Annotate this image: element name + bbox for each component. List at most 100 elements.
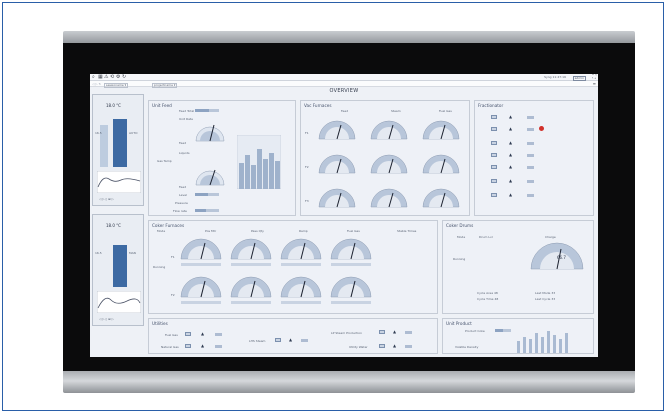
- field-label: Feed: [179, 185, 187, 189]
- row-label: F2: [171, 293, 175, 297]
- session-bar: ◁ ▷ ↻ sessioname ▾ projectname ▾ ≡: [90, 81, 598, 88]
- panel-title: Vac Furnaces: [304, 103, 332, 108]
- image-frame: ⌕ ▦ ⚠ ⟲ ⚙ ↻ Syng 11:47:16 admin ⛶ ◁ ▷ ↻ …: [2, 2, 664, 411]
- panel-title: Unit Product: [446, 321, 472, 326]
- level-column: [113, 245, 127, 287]
- column-header: Drum Lvl: [479, 235, 493, 239]
- utility-label: LP Steam Production: [331, 331, 363, 335]
- drum-gauge: [530, 242, 584, 270]
- temp-readout: 18.0 °C: [106, 223, 121, 228]
- column-header: Pos Mtr: [205, 229, 217, 233]
- flow-bar: [195, 209, 219, 212]
- field-label: Flow rate: [173, 209, 187, 213]
- field-label: Unit Rate: [179, 117, 193, 121]
- alarm-icon[interactable]: [539, 126, 544, 131]
- grid-icon[interactable]: ▦: [98, 75, 103, 80]
- field-label: Gas Temp: [157, 159, 172, 163]
- column-header: Fuel Gas: [347, 229, 360, 233]
- utility-control[interactable]: [275, 338, 281, 342]
- utility-label: LHS Steam: [249, 339, 266, 343]
- level-column: [113, 119, 127, 167]
- coke-bar: [495, 329, 511, 332]
- column-header: Mode: [457, 235, 466, 239]
- column-header: Pass Qty: [251, 229, 264, 233]
- frac-button[interactable]: [491, 153, 497, 157]
- temp-readout: 18.0 °C: [106, 103, 121, 108]
- column-header: Fuel Gas: [439, 109, 452, 113]
- column-header: Steam: [391, 109, 401, 113]
- status-text: Syng 11:47:16: [544, 75, 566, 79]
- field-label: Pressure: [175, 201, 188, 205]
- column-header: Feed: [341, 109, 349, 113]
- stat-text: Cycle Time 48: [477, 297, 499, 301]
- session-dropdown[interactable]: sessioname ▾: [104, 82, 129, 88]
- menu-icon[interactable]: ≡: [593, 81, 596, 86]
- value-readout: 16.5: [95, 251, 102, 255]
- status-text: Running: [153, 265, 166, 269]
- panel-title: Fractionator: [478, 103, 504, 108]
- utility-label: Utility Water: [349, 345, 368, 349]
- utility-control[interactable]: [185, 344, 191, 348]
- panel-title: Unit Feed: [152, 103, 172, 108]
- frac-button[interactable]: [491, 193, 497, 197]
- status-text: Running: [453, 257, 466, 261]
- refresh-icon[interactable]: ↻: [122, 75, 126, 80]
- feed-gauge-2: [195, 169, 225, 186]
- frac-button[interactable]: [491, 115, 497, 119]
- column-header: Stable Times: [397, 229, 417, 233]
- card-controls-icon[interactable]: ◁ ▷ ▯ ⊞ ▷: [99, 197, 114, 201]
- product-bar-chart: [517, 331, 568, 353]
- fullscreen-icon[interactable]: ⛶: [592, 75, 596, 80]
- project-dropdown[interactable]: projectname ▾: [152, 82, 178, 88]
- product-label: Product Coke: [465, 329, 485, 333]
- utility-control[interactable]: [379, 330, 385, 334]
- panel-title: Utilities: [152, 321, 168, 326]
- mode-readout: AUTO: [129, 131, 138, 135]
- feed-total-bar: [195, 109, 219, 112]
- feed-gauge-1: [195, 124, 225, 142]
- unit-product-panel: Unit Product Product Coke Volatile Densi…: [442, 318, 594, 354]
- frac-button[interactable]: [491, 127, 497, 131]
- trend-chart: [97, 291, 141, 313]
- row-label: F3: [305, 199, 309, 203]
- feed-bar-chart: [237, 135, 281, 189]
- row-label: F1: [171, 255, 175, 259]
- column-header: Ramp: [299, 229, 308, 233]
- stat-text: Cycle Area 48: [477, 291, 498, 295]
- left-card-top: 18.0 °C 16.5 AUTO ◁ ▷ ▯ ⊞ ▷: [92, 94, 144, 206]
- panel-title: Coker Furnaces: [152, 223, 185, 228]
- mode-readout: MAN: [129, 251, 136, 255]
- left-card-bottom: 18.0 °C 16.5 MAN ◁ ▷ ▯ ⊞ ▷: [92, 214, 144, 326]
- coker-gauge-grid: [180, 238, 372, 304]
- utilities-panel: Utilities Fuel Gas ▲ Natural Gas ▲ LHS S…: [148, 318, 438, 354]
- field-label: Feed: [179, 141, 187, 145]
- level-bar: [195, 193, 219, 196]
- nav-arrows-icon[interactable]: ◁ ▷ ↻: [92, 82, 101, 86]
- toolbar: ⌕ ▦ ⚠ ⟲ ⚙ ↻ Syng 11:47:16 admin ⛶: [90, 74, 598, 81]
- warning-icon[interactable]: ⚠: [104, 75, 108, 80]
- product-label: Volatile Density: [455, 345, 479, 349]
- field-label: Level: [179, 193, 187, 197]
- frac-button[interactable]: [491, 179, 497, 183]
- card-controls-icon[interactable]: ◁ ▷ ▯ ⊞ ▷: [99, 317, 114, 321]
- coker-furnaces-panel: Coker Furnaces Mode Pos Mtr Pass Qty Ram…: [148, 220, 438, 314]
- row-label: F1: [305, 131, 309, 135]
- stat-text: Last Mode 33: [535, 291, 556, 295]
- monitor-bottom-bezel: [63, 371, 635, 393]
- field-label: Liquids: [179, 151, 190, 155]
- search-icon[interactable]: ⌕: [92, 75, 95, 80]
- utility-control[interactable]: [185, 332, 191, 336]
- utility-control[interactable]: [379, 344, 385, 348]
- settings-icon[interactable]: ⚙: [116, 75, 120, 80]
- vac-furnaces-panel: Vac Furnaces Feed Steam Fuel Gas F1 F2 F…: [300, 100, 470, 216]
- page-title: OVERVIEW: [329, 88, 359, 94]
- column-header: Mode: [157, 229, 166, 233]
- fractionator-panel: Fractionator ▲ ▲ ▲ ▲ ▲ ▲ ▲: [474, 100, 594, 216]
- frac-button[interactable]: [491, 165, 497, 169]
- frac-button[interactable]: [491, 141, 497, 145]
- coker-drums-panel: Coker Drums Mode Drum Lvl Charge Running…: [442, 220, 594, 314]
- vac-gauge-grid: [318, 120, 460, 208]
- panel-title: Coker Drums: [446, 223, 474, 228]
- share-icon[interactable]: ⟲: [110, 75, 114, 80]
- value-readout: 16.5: [95, 131, 102, 135]
